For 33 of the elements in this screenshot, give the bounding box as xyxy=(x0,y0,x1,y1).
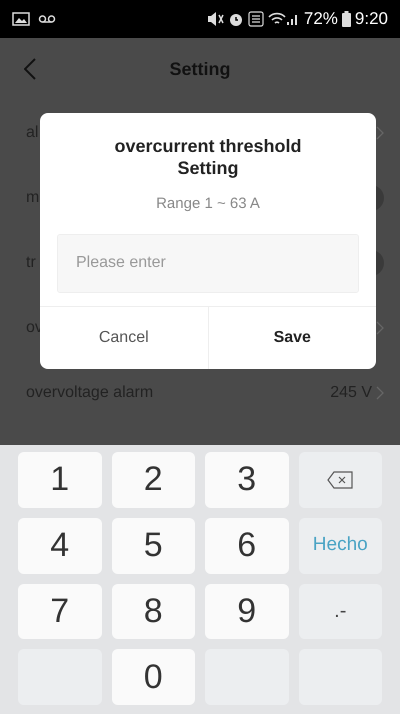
range-hint: Range 1 ~ 63 A xyxy=(156,194,260,214)
backspace-icon xyxy=(327,470,354,489)
back-icon[interactable] xyxy=(24,58,36,80)
backspace-key[interactable] xyxy=(298,452,382,508)
save-button[interactable]: Save xyxy=(208,307,376,369)
keyboard-key[interactable]: 5 xyxy=(112,518,195,574)
keyboard-key[interactable]: 6 xyxy=(205,518,288,574)
dialog-title: overcurrent threshold Setting xyxy=(113,135,303,179)
keyboard-key[interactable]: 7 xyxy=(18,584,102,640)
keyboard-key[interactable]: 9 xyxy=(205,584,288,640)
battery-icon xyxy=(342,11,351,27)
keyboard-key[interactable]: 8 xyxy=(112,584,195,640)
chevron-icon[interactable] xyxy=(376,386,384,400)
signal-icon xyxy=(286,12,300,26)
gallery-icon xyxy=(12,12,30,26)
battery-percent: 72% xyxy=(304,8,338,30)
clock: 9:20 xyxy=(354,8,388,30)
voicemail-icon xyxy=(38,14,56,24)
keyboard-key[interactable]: 1 xyxy=(18,452,102,508)
keyboard-key[interactable]: 0 xyxy=(112,649,195,705)
keyboard-key[interactable]: .- xyxy=(298,584,382,640)
alarm-icon xyxy=(228,11,244,27)
volte-icon xyxy=(248,11,264,27)
chevron-icon[interactable] xyxy=(376,126,384,140)
value-input[interactable]: Please enter xyxy=(57,234,359,292)
keyboard-key[interactable]: 3 xyxy=(205,452,288,508)
keyboard-key[interactable]: 2 xyxy=(112,452,195,508)
wifi-icon xyxy=(268,12,286,26)
cancel-button[interactable]: Cancel xyxy=(40,307,208,369)
keyboard-key[interactable]: 4 xyxy=(18,518,102,574)
mute-icon xyxy=(206,11,224,27)
screen-title: Setting xyxy=(170,58,230,81)
chevron-icon[interactable] xyxy=(376,320,384,334)
